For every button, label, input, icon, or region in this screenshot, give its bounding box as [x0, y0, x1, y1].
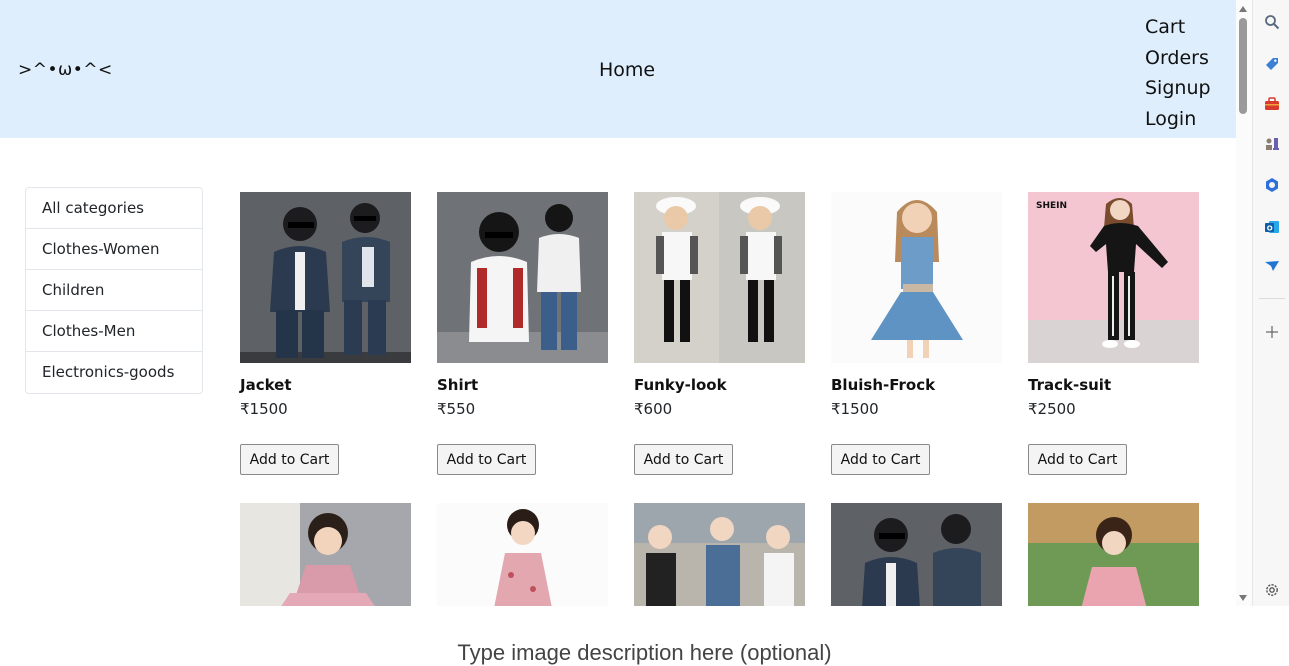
scroll-down-arrow-icon[interactable]	[1239, 595, 1247, 601]
product-name[interactable]: Track-suit	[1028, 376, 1111, 394]
tag-icon[interactable]	[1263, 55, 1281, 73]
chess-icon[interactable]	[1263, 135, 1281, 153]
product-name[interactable]: Funky-look	[634, 376, 727, 394]
page-scrollbar[interactable]	[1236, 0, 1252, 606]
settings-icon[interactable]	[1263, 581, 1281, 599]
category-item-clothes-women[interactable]: Clothes-Women	[26, 229, 202, 270]
product-price: ₹600	[634, 400, 673, 418]
category-item-children[interactable]: Children	[26, 270, 202, 311]
product-card	[1028, 503, 1199, 606]
svg-text:O: O	[1267, 225, 1273, 233]
scrollbar-thumb[interactable]	[1239, 18, 1247, 114]
product-card: Jacket ₹1500 Add to Cart	[240, 192, 411, 475]
image-description-caption[interactable]: Type image description here (optional)	[0, 640, 1289, 666]
briefcase-icon[interactable]	[1263, 95, 1281, 113]
scroll-up-arrow-icon[interactable]	[1239, 6, 1247, 12]
product-image[interactable]	[634, 192, 805, 363]
product-image[interactable]	[240, 503, 411, 606]
category-item-all[interactable]: All categories	[26, 188, 202, 229]
product-price: ₹2500	[1028, 400, 1076, 418]
product-image[interactable]	[1028, 503, 1199, 606]
sidebar-divider	[1259, 298, 1285, 299]
add-to-cart-button[interactable]: Add to Cart	[437, 444, 536, 475]
product-name[interactable]: Jacket	[240, 376, 292, 394]
send-icon[interactable]	[1263, 257, 1281, 275]
browser-sidebar: O	[1252, 0, 1289, 606]
product-card: SHEIN Track-suit ₹2500 Add to Cart	[1028, 192, 1199, 475]
category-item-electronics[interactable]: Electronics-goods	[26, 352, 202, 393]
outlook-icon[interactable]: O	[1263, 218, 1281, 236]
nav-right-links: Cart Orders Signup Login	[1145, 12, 1211, 134]
add-to-cart-button[interactable]: Add to Cart	[1028, 444, 1127, 475]
add-to-cart-button[interactable]: Add to Cart	[634, 444, 733, 475]
product-image[interactable]	[437, 503, 608, 606]
product-price: ₹1500	[831, 400, 879, 418]
product-image[interactable]	[240, 192, 411, 363]
nav-orders-link[interactable]: Orders	[1145, 43, 1211, 74]
navbar: >^•ω•^< Home Cart Orders Signup Login	[0, 0, 1236, 138]
product-card	[831, 503, 1002, 606]
search-icon[interactable]	[1263, 13, 1281, 31]
product-price: ₹1500	[240, 400, 288, 418]
product-image[interactable]	[831, 503, 1002, 606]
product-price: ₹550	[437, 400, 476, 418]
copilot-icon[interactable]	[1263, 176, 1281, 194]
brand-logo[interactable]: >^•ω•^<	[18, 60, 113, 80]
add-to-cart-button[interactable]: Add to Cart	[831, 444, 930, 475]
svg-text:SHEIN: SHEIN	[1036, 201, 1067, 211]
product-card	[240, 503, 411, 606]
nav-signup-link[interactable]: Signup	[1145, 73, 1211, 104]
product-name[interactable]: Bluish-Frock	[831, 376, 935, 394]
add-to-cart-button[interactable]: Add to Cart	[240, 444, 339, 475]
category-item-clothes-men[interactable]: Clothes-Men	[26, 311, 202, 352]
nav-login-link[interactable]: Login	[1145, 104, 1211, 135]
product-card	[634, 503, 805, 606]
product-card	[437, 503, 608, 606]
product-card: Bluish-Frock ₹1500 Add to Cart	[831, 192, 1002, 475]
category-list: All categories Clothes-Women Children Cl…	[25, 187, 203, 394]
add-icon[interactable]	[1263, 323, 1281, 341]
product-image[interactable]: SHEIN	[1028, 192, 1199, 363]
product-name[interactable]: Shirt	[437, 376, 478, 394]
product-card: Shirt ₹550 Add to Cart	[437, 192, 608, 475]
product-card: Funky-look ₹600 Add to Cart	[634, 192, 805, 475]
product-image[interactable]	[831, 192, 1002, 363]
browser-viewport: >^•ω•^< Home Cart Orders Signup Login Al…	[0, 0, 1236, 606]
nav-home-link[interactable]: Home	[599, 59, 655, 81]
nav-cart-link[interactable]: Cart	[1145, 12, 1211, 43]
product-image[interactable]	[437, 192, 608, 363]
product-image[interactable]	[634, 503, 805, 606]
